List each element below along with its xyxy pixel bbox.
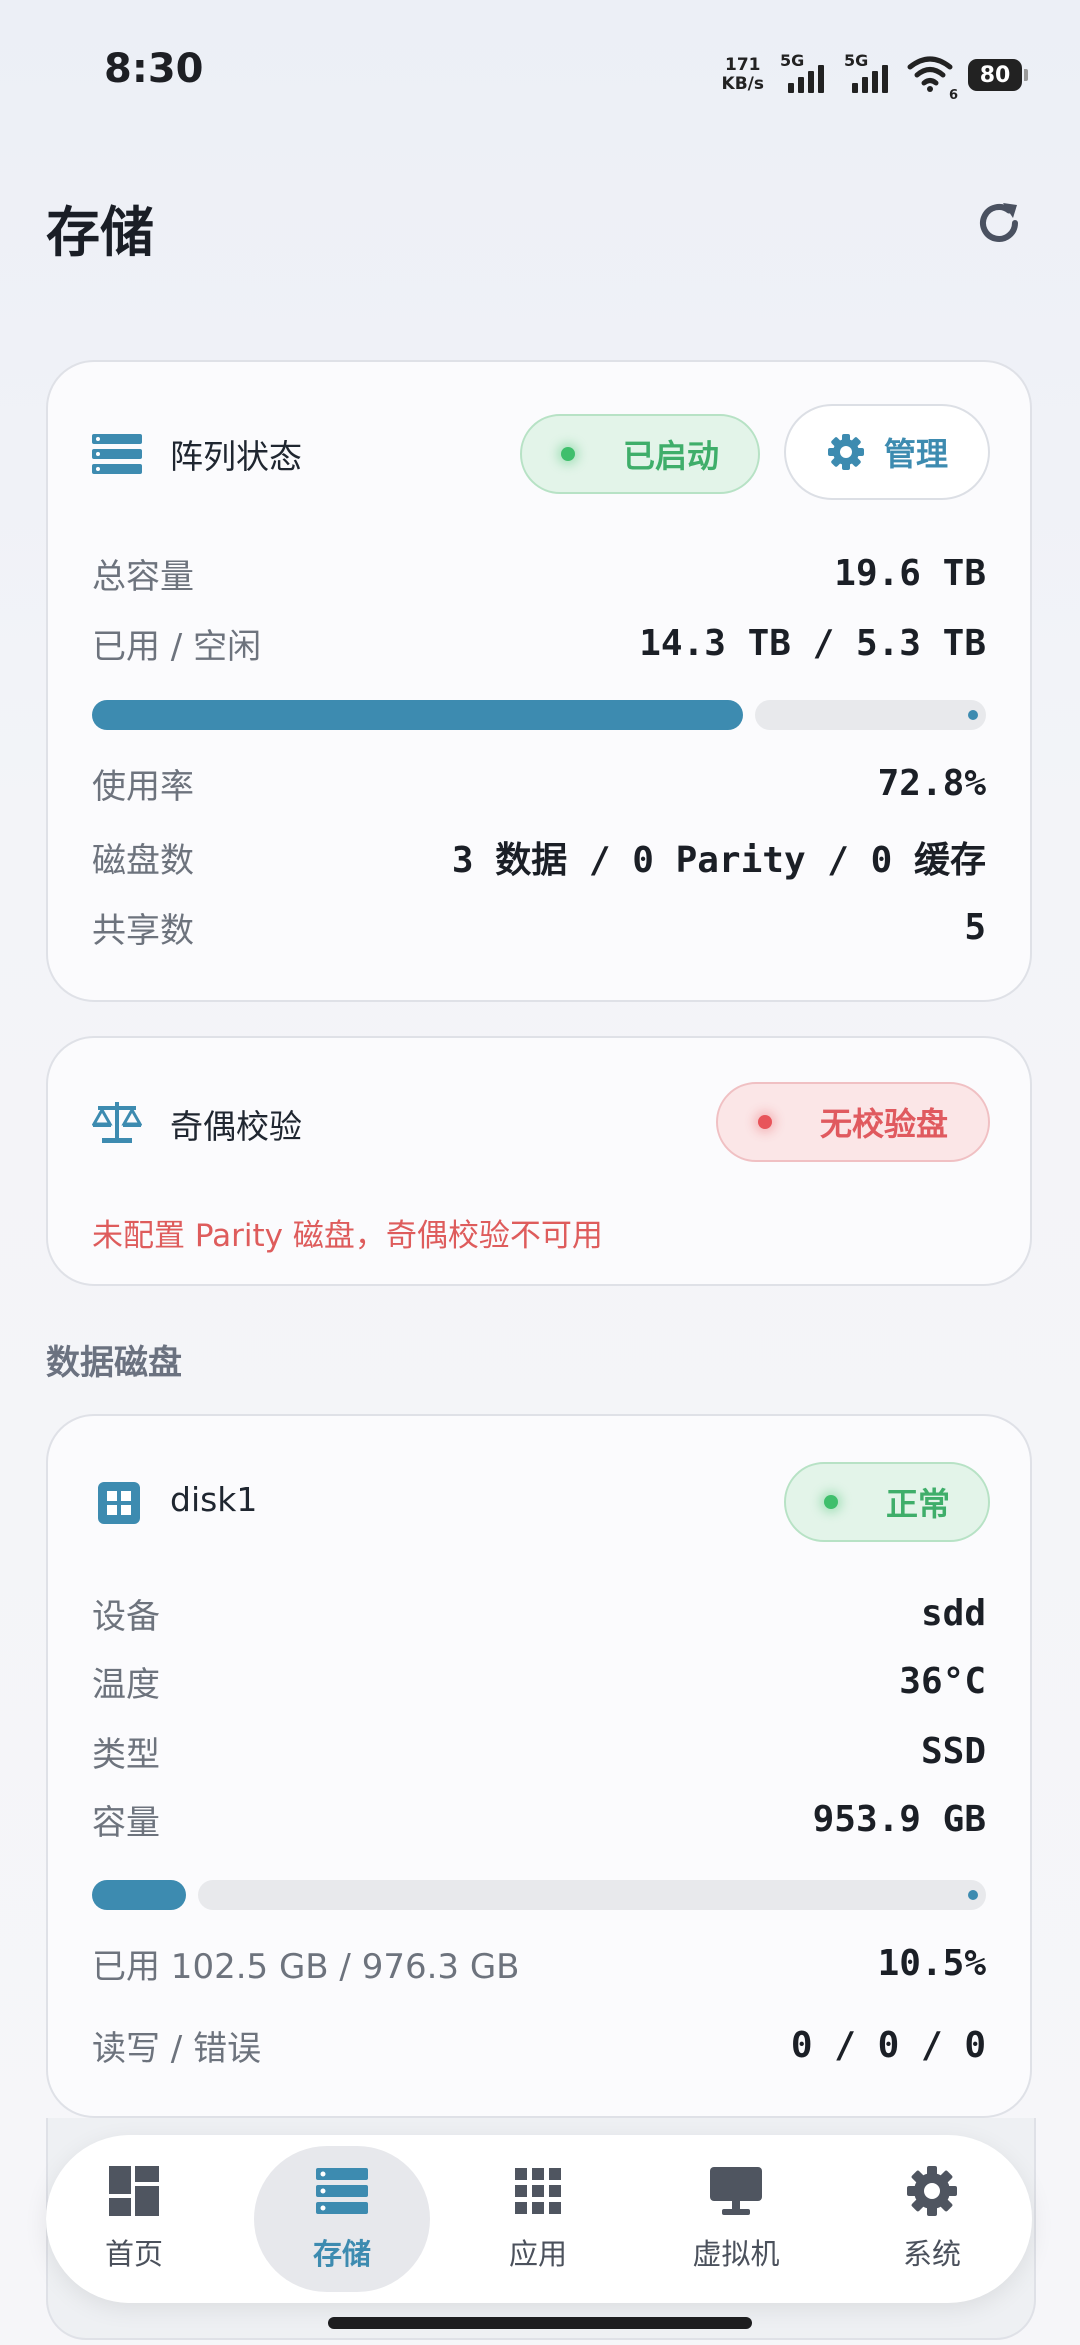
refresh-button[interactable] xyxy=(968,192,1030,254)
array-row-usage: 使用率 72.8% xyxy=(92,762,986,807)
balance-scale-icon xyxy=(92,1102,142,1143)
home-indicator xyxy=(328,2317,752,2329)
wifi-icon: 6 xyxy=(906,53,958,103)
network-speed: 171 KB/s xyxy=(721,55,764,94)
disk-status-badge: 正常 xyxy=(784,1462,990,1542)
cellular-signal-icon-2: 5G xyxy=(842,51,892,97)
page-title: 存储 xyxy=(46,201,154,264)
manage-button[interactable]: 管理 xyxy=(784,404,990,500)
clock: 8:30 xyxy=(104,46,204,92)
array-row-used-free: 已用 / 空闲 14.3 TB / 5.3 TB xyxy=(92,622,986,667)
storage-icon xyxy=(316,2165,368,2217)
disk-usage-bar xyxy=(92,1880,986,1910)
status-icons: 171 KB/s 5G 5G 6 80 xyxy=(721,50,1028,103)
bar-end-dot xyxy=(968,1890,978,1900)
disk-row-temperature: 温度 36°C xyxy=(92,1660,986,1705)
disk-row-capacity: 容量 953.9 GB xyxy=(92,1798,986,1843)
nav-item-apps[interactable]: 应用 xyxy=(450,2135,626,2303)
disk-grid-icon xyxy=(98,1482,140,1524)
status-dot-icon xyxy=(757,1115,772,1129)
nav-item-storage[interactable]: 存储 xyxy=(254,2146,430,2292)
parity-warning-text: 未配置 Parity 磁盘，奇偶校验不可用 xyxy=(92,1218,603,1254)
nav-item-home[interactable]: 首页 xyxy=(46,2135,222,2303)
gear-icon xyxy=(906,2165,958,2217)
disk-usage-fill xyxy=(92,1880,186,1910)
array-usage-bar xyxy=(92,700,986,730)
monitor-icon xyxy=(710,2165,762,2217)
array-status-title: 阵列状态 xyxy=(170,437,302,476)
status-bar: 8:30 171 KB/s 5G 5G 6 80 xyxy=(0,0,1080,150)
cellular-signal-icon: 5G xyxy=(778,51,828,97)
data-disks-section-label: 数据磁盘 xyxy=(46,1343,182,1383)
array-usage-track xyxy=(755,700,986,730)
status-dot-icon xyxy=(560,447,575,461)
parity-title: 奇偶校验 xyxy=(170,1107,302,1146)
storage-array-icon xyxy=(92,434,142,474)
array-status-card: 阵列状态 已启动 管理 总容量 19.6 TB 已用 / 空闲 14.3 TB … xyxy=(46,360,1032,1002)
refresh-icon xyxy=(980,203,1018,242)
disk1-card[interactable]: disk1 正常 设备 sdd 温度 36°C 类型 SSD 容量 953.9 … xyxy=(46,1414,1032,2118)
dashboard-icon xyxy=(108,2165,160,2217)
nav-item-system[interactable]: 系统 xyxy=(844,2135,1020,2303)
disk-usage-track xyxy=(198,1880,986,1910)
disk-name: disk1 xyxy=(170,1480,258,1519)
array-row-total: 总容量 19.6 TB xyxy=(92,552,986,597)
apps-grid-icon xyxy=(512,2165,564,2217)
disk-row-io: 读写 / 错误 0 / 0 / 0 xyxy=(92,2024,986,2069)
parity-status-badge: 无校验盘 xyxy=(716,1082,990,1162)
bar-end-dot xyxy=(968,710,978,720)
array-row-shares: 共享数 5 xyxy=(92,906,986,951)
parity-card: 奇偶校验 无校验盘 未配置 Parity 磁盘，奇偶校验不可用 xyxy=(46,1036,1032,1286)
disk-row-usage: 已用 102.5 GB / 976.3 GB 10.5% xyxy=(92,1942,986,1987)
array-status-badge: 已启动 xyxy=(520,414,760,494)
array-row-disks: 磁盘数 3 数据 / 0 Parity / 0 缓存 xyxy=(92,840,986,881)
battery-icon: 80 xyxy=(968,59,1028,91)
status-dot-icon xyxy=(823,1495,838,1509)
gear-icon xyxy=(827,434,864,470)
array-usage-fill xyxy=(92,700,743,730)
disk-row-type: 类型 SSD xyxy=(92,1730,986,1775)
disk-row-device: 设备 sdd xyxy=(92,1592,986,1637)
bottom-nav: 首页 存储 应用 虚拟机 系统 xyxy=(46,2135,1032,2303)
nav-item-vm[interactable]: 虚拟机 xyxy=(648,2135,824,2303)
